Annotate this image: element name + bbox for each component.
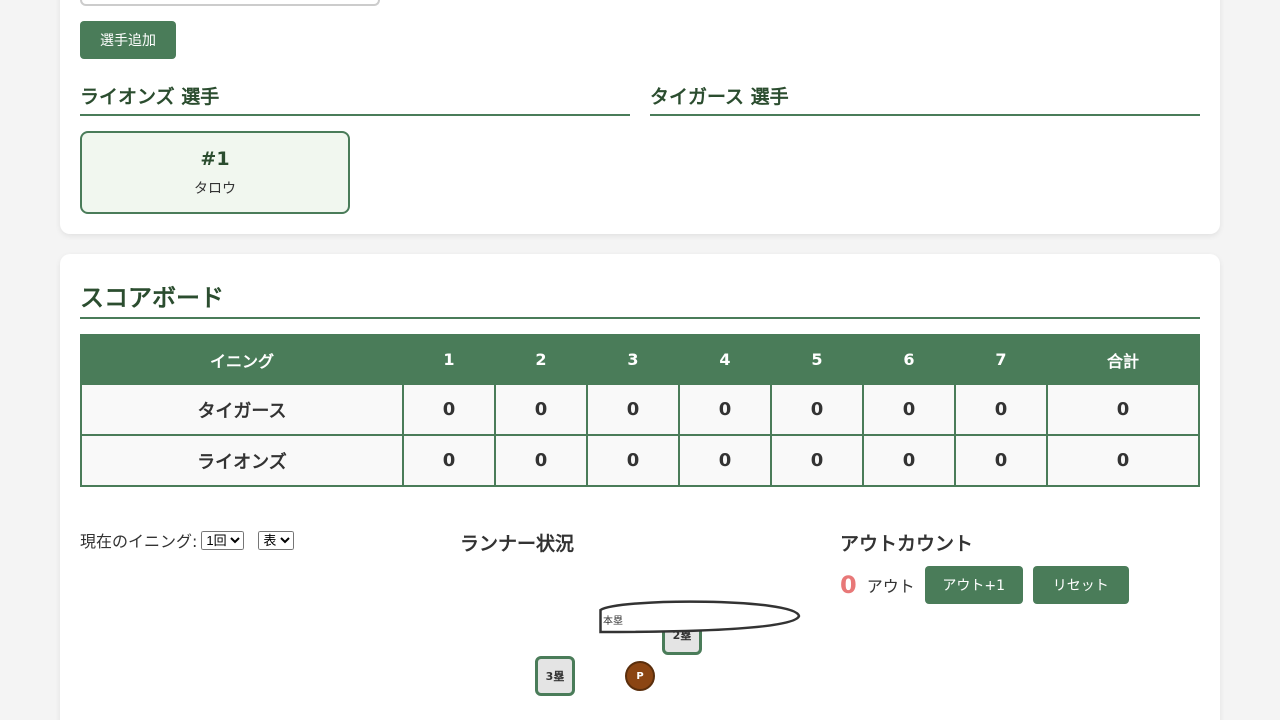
lions-players-heading: ライオンズ 選手 bbox=[80, 80, 630, 116]
score-cell[interactable]: 0 bbox=[402, 383, 496, 436]
header-inning-4: 4 bbox=[678, 334, 772, 385]
score-cell[interactable]: 0 bbox=[678, 434, 772, 487]
out-count-unit: アウト bbox=[866, 577, 915, 596]
half-inning-select[interactable]: 表 bbox=[258, 530, 295, 550]
scoreboard-table: イニング 1 2 3 4 5 6 7 合計 タイガース 0 0 0 0 0 0 … bbox=[80, 334, 1200, 487]
score-cell[interactable]: 0 bbox=[770, 434, 864, 487]
score-cell[interactable]: 0 bbox=[586, 383, 680, 436]
score-cell[interactable]: 0 bbox=[862, 434, 956, 487]
score-cell[interactable]: 0 bbox=[586, 434, 680, 487]
header-inning: イニング bbox=[80, 334, 404, 385]
score-cell[interactable]: 0 bbox=[494, 434, 588, 487]
reset-outs-button[interactable]: リセット bbox=[1032, 566, 1129, 604]
table-row: ライオンズ 0 0 0 0 0 0 0 0 bbox=[80, 434, 1200, 487]
out-count-row: 0 アウト アウト+1 リセット bbox=[840, 566, 1139, 604]
player-name: タロウ bbox=[194, 181, 236, 197]
player-name-input[interactable] bbox=[80, 0, 380, 6]
add-player-button[interactable]: 選手追加 bbox=[80, 21, 176, 59]
scoreboard-card bbox=[60, 254, 1220, 720]
pitcher-marker: P bbox=[625, 661, 655, 691]
table-row: タイガース 0 0 0 0 0 0 0 0 bbox=[80, 383, 1200, 436]
score-cell[interactable]: 0 bbox=[402, 434, 496, 487]
scoreboard-header-row: イニング 1 2 3 4 5 6 7 合計 bbox=[80, 334, 1200, 385]
home-plate-label: 本塁 bbox=[603, 616, 623, 627]
header-inning-7: 7 bbox=[954, 334, 1048, 385]
tigers-players-heading: タイガース 選手 bbox=[650, 80, 1200, 116]
team-name-cell: ライオンズ bbox=[80, 434, 404, 487]
header-inning-1: 1 bbox=[402, 334, 496, 385]
score-cell[interactable]: 0 bbox=[678, 383, 772, 436]
player-card[interactable]: #1 タロウ bbox=[80, 131, 350, 214]
score-cell[interactable]: 0 bbox=[862, 383, 956, 436]
team-name-cell: タイガース bbox=[80, 383, 404, 436]
out-count-title: アウトカウント bbox=[840, 533, 974, 555]
score-cell[interactable]: 0 bbox=[954, 434, 1048, 487]
header-inning-5: 5 bbox=[770, 334, 864, 385]
third-base[interactable]: 3塁 bbox=[535, 656, 575, 696]
header-total: 合計 bbox=[1046, 334, 1200, 385]
score-cell[interactable]: 0 bbox=[770, 383, 864, 436]
total-cell: 0 bbox=[1046, 434, 1200, 487]
score-cell[interactable]: 0 bbox=[954, 383, 1048, 436]
header-inning-2: 2 bbox=[494, 334, 588, 385]
header-inning-6: 6 bbox=[862, 334, 956, 385]
score-cell[interactable]: 0 bbox=[494, 383, 588, 436]
runner-status-title: ランナー状況 bbox=[460, 533, 575, 555]
inning-select[interactable]: 1回 bbox=[201, 530, 245, 550]
home-plate-shape[interactable] bbox=[599, 600, 801, 634]
header-inning-3: 3 bbox=[586, 334, 680, 385]
add-out-button[interactable]: アウト+1 bbox=[924, 566, 1023, 604]
player-number: #1 bbox=[200, 148, 230, 170]
out-count-value: 0 bbox=[840, 571, 857, 599]
scoreboard-title: スコアボード bbox=[80, 278, 1200, 319]
current-inning-label: 現在のイニング: bbox=[80, 532, 198, 551]
total-cell: 0 bbox=[1046, 383, 1200, 436]
inning-control: 現在のイニング: 1回 表 bbox=[80, 528, 295, 552]
